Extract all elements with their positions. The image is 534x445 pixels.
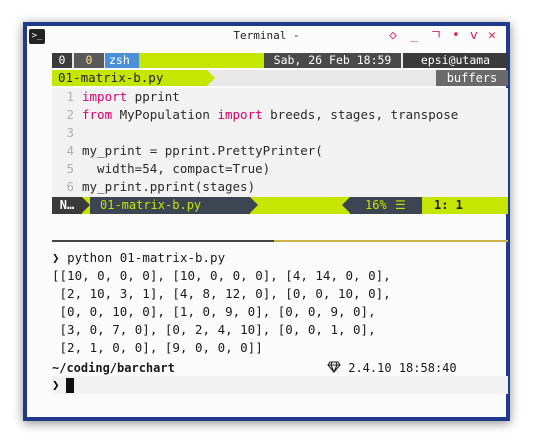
keyword-token: import [217, 107, 263, 122]
code-token: breeds, stages, transpose [262, 107, 459, 122]
command-input[interactable]: ❯ [52, 376, 508, 394]
terminal-window: >_ Terminal - ◇ _ ㄱ • ⅴ ✕ 0 0 zsh Sab, 2… [27, 26, 508, 417]
output-line: [3, 0, 7, 0], [0, 2, 4, 10], [0, 0, 1, 0… [52, 322, 376, 337]
menu-icon: ☰ [395, 198, 406, 212]
tmux-user-host: epsi@utama [403, 53, 508, 68]
line-number: 6 [66, 179, 74, 194]
statusline-file-name: 01-matrix-b.py [100, 198, 202, 212]
gem-icon [327, 361, 348, 375]
tab-arrow [207, 70, 215, 86]
tmux-datetime: Sab, 26 Feb 18:59 [264, 53, 401, 68]
output-line: [0, 0, 10, 0], [1, 0, 9, 0], [0, 0, 9, 0… [52, 304, 376, 319]
ruby-version: 2.4.10 [348, 361, 392, 375]
code-line[interactable]: 4 my_print = pprint.PrettyPrinter( [52, 142, 508, 160]
line-number: 5 [66, 161, 74, 176]
menu-icon[interactable]: ⅴ [470, 28, 478, 44]
output-line: [[10, 0, 0, 0], [10, 0, 0, 0], [4, 14, 0… [52, 268, 391, 283]
shell-output: ❯ python 01-matrix-b.py [[10, 0, 0, 0], … [52, 249, 508, 357]
mode-indicator: N… [52, 197, 82, 214]
code-token: width= [82, 161, 143, 176]
file-arrow [250, 197, 258, 213]
command-text: python 01-matrix-b.py [67, 250, 226, 265]
prompt-icon: ❯ [52, 250, 60, 265]
prompt-time: 18:58:40 [398, 361, 457, 375]
close-icon[interactable]: ✕ [488, 28, 496, 44]
shade-icon[interactable]: • [452, 28, 460, 44]
tab-file-name[interactable]: 01-matrix-b.py [58, 70, 163, 86]
tmux-window-index[interactable]: 0 [52, 53, 72, 68]
line-number: 3 [66, 125, 74, 140]
code-token: 54 [142, 161, 158, 176]
mode-arrow [82, 197, 90, 213]
maximize-icon[interactable]: ㄱ [430, 28, 442, 44]
text-cursor [66, 378, 74, 393]
current-directory: ~/coding/barchart [52, 361, 175, 375]
code-token: my_print.pprint(stages) [82, 179, 256, 194]
keyword-token: from [82, 107, 113, 122]
line-number: 2 [66, 107, 74, 122]
cursor-position: 1: 1 [434, 198, 463, 212]
minimize-icon[interactable]: _ [410, 28, 418, 44]
scroll-percent: 16% [365, 198, 387, 212]
right-arrow [342, 197, 350, 213]
line-number: 1 [66, 89, 74, 104]
code-token: ) [262, 161, 271, 176]
prompt-right-info: 2.4.10 18:58:40 [327, 361, 457, 375]
code-line[interactable]: 1 import pprint [52, 88, 508, 106]
code-line[interactable]: 6 my_print.pprint(stages) [52, 178, 508, 196]
keyword-token: import [82, 89, 128, 104]
editor-tabline: 01-matrix-b.py buffers [52, 70, 508, 86]
tmux-session-name[interactable]: zsh [105, 53, 143, 68]
editor-statusline: N… 01-matrix-b.py 16% ☰ 1: 1 [52, 197, 508, 214]
pane-separator [52, 240, 508, 242]
code-token: , compact= [157, 161, 233, 176]
output-line: [2, 1, 0, 0], [9, 0, 0, 0]] [52, 340, 263, 355]
code-editor[interactable]: 1 import pprint 2 from MyPopulation import … [52, 88, 508, 198]
input-prompt-icon: ❯ [52, 377, 60, 392]
code-line[interactable]: 5 width=54, compact=True) [52, 160, 508, 178]
output-line: [2, 10, 3, 1], [4, 8, 12, 0], [0, 0, 10,… [52, 286, 391, 301]
buffers-label[interactable]: buffers [436, 70, 508, 86]
code-token: my_print = pprint.PrettyPrinter( [82, 143, 323, 158]
line-number: 4 [66, 143, 74, 158]
code-line[interactable]: 3 [52, 124, 508, 142]
code-token: MyPopulation [112, 107, 218, 122]
command-line: ❯ python 01-matrix-b.py [52, 249, 508, 267]
tmux-status-bar: 0 0 zsh Sab, 26 Feb 18:59 epsi@utama [52, 53, 508, 68]
code-token: True [232, 161, 263, 176]
tmux-pane-index[interactable]: 0 [74, 53, 104, 68]
code-token: pprint [127, 89, 180, 104]
sticky-icon[interactable]: ◇ [389, 28, 397, 44]
tmux-spacer [139, 53, 270, 68]
code-line[interactable]: 2 from MyPopulation import breeds, stages… [52, 106, 508, 124]
title-bar[interactable]: >_ Terminal - ◇ _ ㄱ • ⅴ ✕ [27, 26, 506, 48]
